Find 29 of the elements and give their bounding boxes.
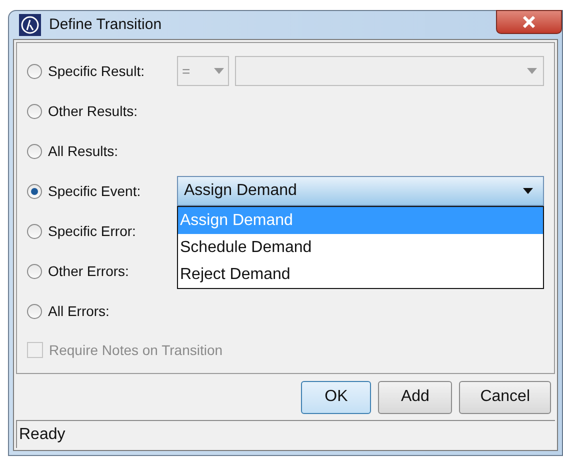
window-title: Define Transition bbox=[49, 14, 162, 35]
option-label: All Errors: bbox=[48, 302, 110, 320]
checkbox-label: Require Notes on Transition bbox=[49, 340, 223, 360]
radio-button[interactable] bbox=[27, 304, 42, 318]
radio-button[interactable] bbox=[27, 144, 42, 158]
option-label: All Results: bbox=[48, 142, 118, 160]
app-logo-icon bbox=[19, 14, 41, 36]
event-dropdown[interactable]: Assign Demand bbox=[177, 176, 544, 206]
radio-button[interactable] bbox=[27, 184, 42, 198]
option-label: Specific Error: bbox=[48, 222, 136, 241]
radio-button[interactable] bbox=[27, 224, 42, 238]
caret-icon bbox=[214, 68, 224, 74]
caret-icon bbox=[527, 68, 537, 74]
dialog-button[interactable]: OK bbox=[301, 380, 372, 414]
option-label: Specific Event: bbox=[48, 182, 141, 201]
caret-icon bbox=[523, 188, 533, 194]
option-label: Other Errors: bbox=[48, 262, 129, 280]
dropdown-option[interactable]: Schedule Demand bbox=[178, 234, 543, 261]
dialog-button[interactable]: Add bbox=[378, 380, 452, 414]
dialog-button[interactable]: Cancel bbox=[459, 380, 551, 414]
option-label: Other Results: bbox=[48, 102, 138, 120]
dropdown-option[interactable]: Reject Demand bbox=[178, 261, 543, 288]
option-label: Specific Result: bbox=[48, 62, 144, 81]
close-button[interactable] bbox=[496, 10, 562, 34]
radio-button[interactable] bbox=[27, 264, 42, 278]
close-icon bbox=[522, 16, 536, 28]
radio-button[interactable] bbox=[27, 104, 42, 118]
radio-button[interactable] bbox=[27, 64, 42, 78]
status-bar: Ready bbox=[16, 420, 555, 448]
